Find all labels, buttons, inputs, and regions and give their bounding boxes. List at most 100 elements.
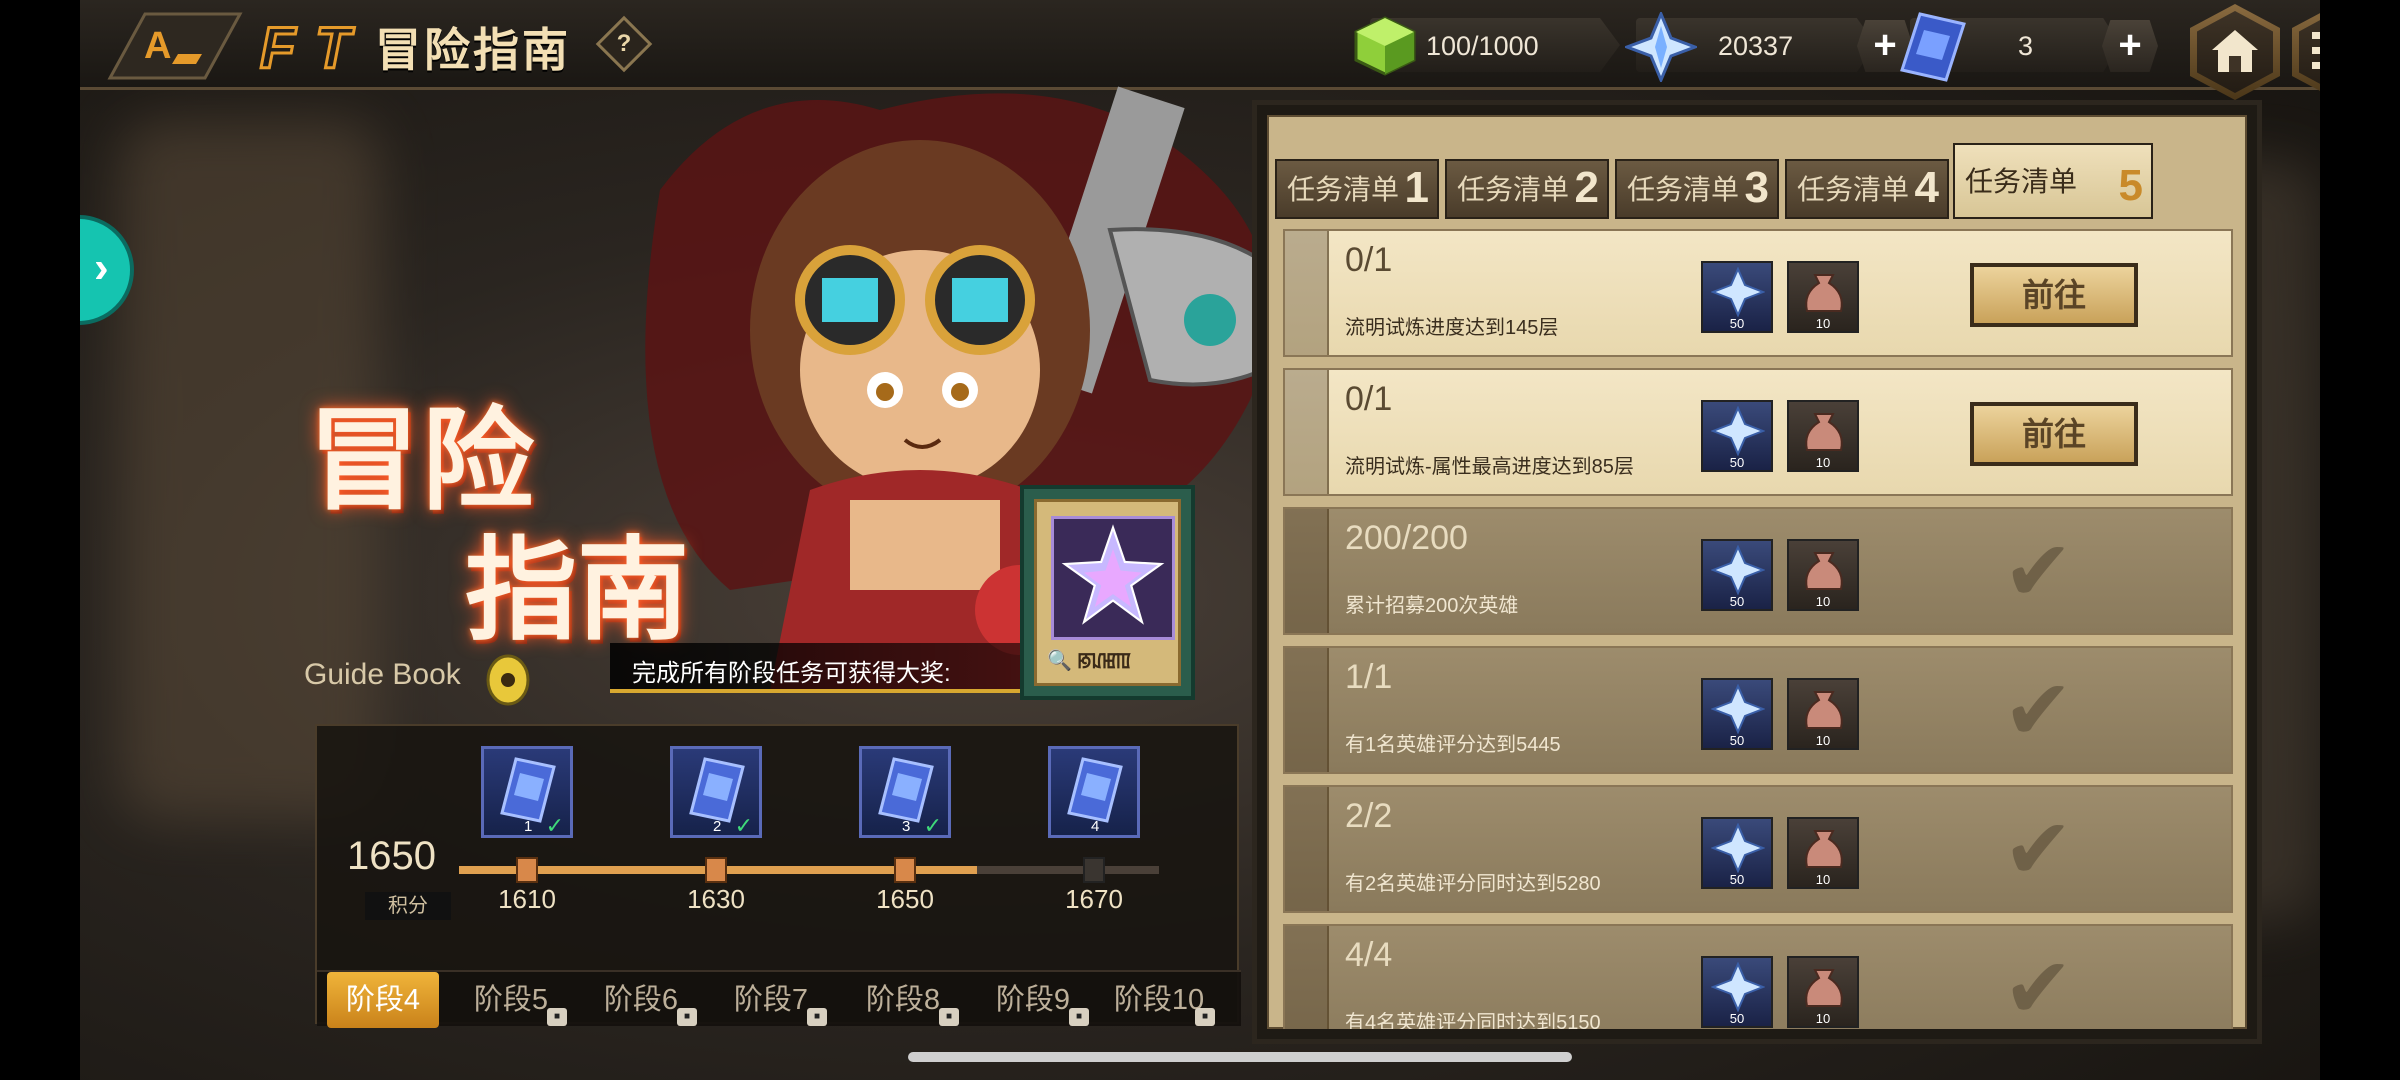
task-row: 1/1 有1名英雄评分达到5445 50 10 ✔ — [1283, 646, 2233, 774]
crystal-reward[interactable]: 50 — [1701, 261, 1773, 333]
reward-qty: 50 — [1729, 316, 1745, 331]
go-button[interactable]: 前往 — [1970, 402, 2138, 466]
reward-qty: 50 — [1729, 1011, 1745, 1026]
task-progress: 1/1 — [1345, 658, 1393, 696]
crystal-reward[interactable]: 50 — [1701, 678, 1773, 750]
item-bag-reward[interactable]: 10 — [1787, 817, 1859, 889]
milestone-node — [1083, 857, 1105, 883]
item-bag-reward[interactable]: 10 — [1787, 956, 1859, 1028]
task-tab-label: 任务清单 — [1797, 174, 1910, 205]
reward-qty: 10 — [1815, 594, 1831, 609]
stage-tab[interactable]: 阶段10 ■ — [1103, 972, 1215, 1028]
crystal-icon — [1711, 406, 1765, 456]
reward-qty: 10 — [1815, 455, 1831, 470]
grand-prize-text: 完成所有阶段任务可获得大奖: — [632, 660, 951, 687]
task-list-tab[interactable]: 任务清单 1 — [1275, 159, 1439, 219]
progress-track — [459, 866, 1159, 874]
crystal-reward[interactable]: 50 — [1701, 400, 1773, 472]
task-list-tab[interactable]: 任务清单 5 — [1953, 143, 2153, 219]
lock-icon: ■ — [1195, 1008, 1215, 1026]
stage-tab[interactable]: 阶段4 — [327, 972, 439, 1028]
page-title: 冒险指南 — [375, 24, 571, 76]
task-progress: 200/200 — [1345, 519, 1468, 557]
stamina-value: 100/1000 — [1426, 31, 1539, 61]
task-progress: 0/1 — [1345, 380, 1393, 418]
task-list-tab[interactable]: 任务清单 2 — [1445, 159, 1609, 219]
stage-tab[interactable]: 阶段8 ■ — [847, 972, 959, 1028]
crystal-reward[interactable]: 50 — [1701, 817, 1773, 889]
task-tab-number: 4 — [1914, 163, 1939, 212]
reward-qty: 50 — [1729, 455, 1745, 470]
task-description: 流明试炼-属性最高进度达到85层 — [1345, 456, 1634, 478]
stage-tab[interactable]: 阶段9 ■ — [977, 972, 1089, 1028]
milestone-node — [894, 857, 916, 883]
milestone-number: 2 — [713, 818, 722, 835]
ticket-value: 3 — [2018, 31, 2034, 61]
game-logo: A F T — [107, 12, 357, 83]
go-button[interactable]: 前往 — [1970, 263, 2138, 327]
sack-icon — [1805, 830, 1843, 868]
lock-icon: ■ — [939, 1008, 959, 1026]
reward-qty: 10 — [1815, 872, 1831, 887]
help-icon: ? — [616, 30, 632, 57]
home-button[interactable] — [2190, 4, 2280, 100]
item-bag-reward[interactable]: 10 — [1787, 400, 1859, 472]
completed-check-icon: ✔ — [2003, 524, 2074, 618]
task-list-panel: 任务清单 1 任务清单 2 任务清单 3 任务清单 4 任务清单 5 0/1 流明试炼进度达到14… — [1252, 100, 2262, 1044]
task-row: 200/200 累计招募200次英雄 50 10 ✔ — [1283, 507, 2233, 635]
task-list-tab[interactable]: 任务清单 3 — [1615, 159, 1779, 219]
milestone-reward-ticket[interactable]: 3 ✓ — [859, 746, 951, 838]
add-tickets-button[interactable]: + — [2102, 20, 2158, 72]
help-button[interactable]: ? — [595, 15, 653, 73]
stamina-cube-icon — [1354, 16, 1416, 76]
milestone-reward-ticket[interactable]: 4 — [1048, 746, 1140, 838]
home-indicator-bar[interactable] — [908, 1052, 1572, 1062]
crystal-reward[interactable]: 50 — [1701, 956, 1773, 1028]
reward-qty: 10 — [1815, 316, 1831, 331]
lock-icon: ■ — [677, 1008, 697, 1026]
chevron-right-icon: › — [94, 243, 109, 292]
stage-tab-label: 阶段8 — [865, 984, 941, 1016]
milestone-reward-ticket[interactable]: 1 ✓ — [481, 746, 573, 838]
milestone-number: 3 — [902, 818, 911, 835]
task-description: 有1名英雄评分达到5445 — [1345, 734, 1561, 756]
milestone-node — [516, 857, 538, 883]
task-row: 0/1 流明试炼进度达到145层 50 10 前往 — [1283, 229, 2233, 357]
item-bag-reward[interactable]: 10 — [1787, 261, 1859, 333]
stage-tab-bar: 阶段4 阶段5 ■ 阶段6 ■ 阶段7 ■ 阶段8 ■ 阶段9 ■ 阶段10 ■ — [317, 970, 1241, 1028]
task-list-tab[interactable]: 任务清单 4 — [1785, 159, 1949, 219]
task-progress: 0/1 — [1345, 241, 1393, 279]
lock-icon: ■ — [547, 1008, 567, 1026]
stage-tab[interactable]: 阶段5 ■ — [455, 972, 567, 1028]
stage-tab[interactable]: 阶段7 ■ — [715, 972, 827, 1028]
crystal-reward[interactable]: 50 — [1701, 539, 1773, 611]
menu-button[interactable] — [2292, 4, 2320, 100]
task-row: 0/1 流明试炼-属性最高进度达到85层 50 10 前往 — [1283, 368, 2233, 496]
milestone-reward-ticket[interactable]: 2 ✓ — [670, 746, 762, 838]
grand-prize-preview[interactable]: 🔍 ꡐꡊꡅꡄ — [1020, 485, 1195, 700]
menu-icon — [2312, 32, 2320, 69]
claimed-check-icon: ✓ — [734, 813, 753, 838]
gem-value: 20337 — [1718, 31, 1794, 61]
recruit-ticket-icon — [1067, 757, 1123, 823]
reward-qty: 50 — [1729, 872, 1745, 887]
crystal-icon — [1625, 12, 1697, 82]
item-bag-reward[interactable]: 10 — [1787, 678, 1859, 750]
stage-tab[interactable]: 阶段6 ■ — [585, 972, 697, 1028]
task-row: 2/2 有2名英雄评分同时达到5280 50 10 ✔ — [1283, 785, 2233, 913]
milestone-score: 1610 — [498, 884, 556, 914]
grand-prize-banner: 完成所有阶段任务可获得大奖: — [610, 643, 1070, 693]
task-tab-label: 任务清单 — [1287, 174, 1400, 205]
lightbulb-mascot-icon — [486, 654, 530, 706]
milestone-number: 4 — [1091, 818, 1100, 835]
home-icon — [2212, 30, 2258, 72]
preview-label: 🔍 ꡐꡊꡅꡄ — [1047, 650, 1132, 672]
stage-tab-label: 阶段10 — [1113, 984, 1205, 1016]
task-decoration-strip — [1285, 926, 1329, 1029]
recruit-ticket-icon — [1900, 12, 1966, 82]
task-progress: 4/4 — [1345, 936, 1393, 974]
crystal-icon — [1711, 267, 1765, 317]
crystal-icon — [1711, 823, 1765, 873]
sack-icon — [1805, 552, 1843, 590]
item-bag-reward[interactable]: 10 — [1787, 539, 1859, 611]
